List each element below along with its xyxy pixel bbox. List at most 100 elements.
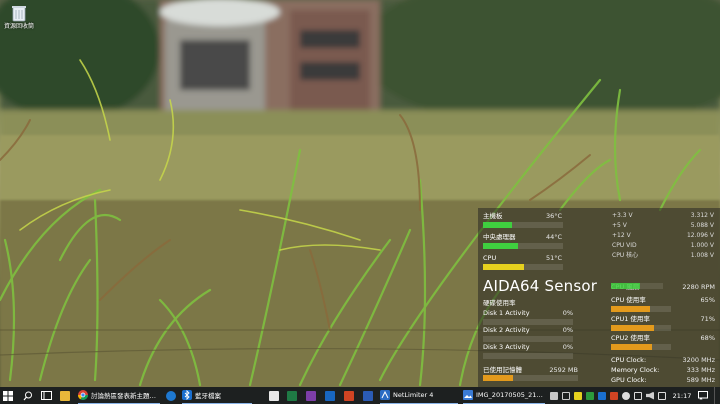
taskbar: 討論熱區發表新主題… 藍牙檔案 NetLimiter 4 IMG_2017050… bbox=[0, 387, 720, 404]
cpu-usage-value: 65% bbox=[700, 296, 715, 304]
cpu-clock-label: CPU Clock: bbox=[611, 356, 647, 364]
windows-logo-icon bbox=[3, 390, 13, 401]
volt-label-3v3: +3.3 V bbox=[612, 212, 633, 219]
excel-icon bbox=[287, 390, 297, 401]
tray-antivirus-icon[interactable] bbox=[610, 391, 618, 400]
volt-value-cpu-vid: 1.000 V bbox=[690, 242, 714, 249]
pinned-edge[interactable] bbox=[166, 387, 176, 404]
edge-icon bbox=[166, 390, 176, 401]
pinned-onenote[interactable] bbox=[306, 387, 316, 404]
search-button[interactable] bbox=[23, 387, 33, 404]
recycle-bin-icon bbox=[11, 4, 27, 22]
volt-value-3v3: 3.312 V bbox=[690, 212, 714, 219]
cpu2-usage-label: CPU2 使用率 bbox=[611, 334, 650, 342]
task-view-icon bbox=[41, 391, 52, 400]
disk2-activity-bar bbox=[483, 336, 573, 342]
tray-show-hidden-icon[interactable] bbox=[562, 391, 570, 400]
cpu-fan-value: 2280 RPM bbox=[682, 283, 715, 291]
tray-security-icon[interactable] bbox=[586, 391, 594, 400]
powerpoint-icon bbox=[344, 390, 354, 401]
temp-bar-cpu bbox=[483, 264, 563, 270]
cpu2-usage-value: 68% bbox=[700, 334, 715, 342]
tray-app-icon[interactable] bbox=[550, 391, 558, 400]
recycle-bin-label: 資源回收筒 bbox=[3, 23, 34, 30]
temp-bar-motherboard bbox=[483, 222, 563, 228]
volt-label-cpu-vid: CPU VID bbox=[612, 242, 637, 249]
tray-input-method-icon[interactable] bbox=[658, 391, 666, 400]
volt-value-5v: 5.088 V bbox=[690, 222, 714, 229]
memory-used-value: 2592 MB bbox=[549, 366, 578, 374]
cpu-usage-bar bbox=[611, 306, 671, 312]
tray-cloud-icon[interactable] bbox=[622, 391, 630, 400]
pinned-app-1[interactable] bbox=[269, 387, 279, 404]
cpu1-usage-bar bbox=[611, 325, 671, 331]
aida64-sensor-panel: 主機板 36°C 中央處理器 44°C CPU 51°C +3.3 V 3.31… bbox=[478, 208, 720, 387]
volt-label-12v: +12 V bbox=[612, 232, 631, 239]
volt-value-12v: 12.096 V bbox=[686, 232, 714, 239]
taskbar-app-netlimiter[interactable]: NetLimiter 4 bbox=[380, 387, 458, 404]
temp-label-motherboard: 主機板 bbox=[483, 212, 503, 220]
temp-bar-cpu-package bbox=[483, 243, 563, 249]
volt-label-cpu-core: CPU 核心 bbox=[612, 252, 639, 259]
memory-clock-label: Memory Clock: bbox=[611, 366, 660, 374]
disk1-activity-value: 0% bbox=[562, 309, 573, 317]
disk3-activity-bar bbox=[483, 353, 573, 359]
search-icon bbox=[23, 391, 32, 400]
volt-label-5v: +5 V bbox=[612, 222, 627, 229]
taskbar-app-label: NetLimiter 4 bbox=[393, 391, 434, 399]
temp-value-motherboard: 36°C bbox=[545, 212, 562, 220]
taskbar-app-label: IMG_20170505_21… bbox=[476, 391, 543, 399]
memory-used-label: 已使用記憶體 bbox=[483, 366, 522, 374]
cpu-clock-value: 3200 MHz bbox=[682, 356, 715, 364]
recycle-bin-shortcut[interactable]: 資源回收筒 bbox=[2, 4, 36, 30]
disk1-activity-label: Disk 1 Activity bbox=[483, 309, 530, 317]
tray-volume-icon[interactable] bbox=[646, 391, 654, 400]
volt-value-cpu-core: 1.008 V bbox=[690, 252, 714, 259]
taskbar-app-label: 藍牙檔案 bbox=[195, 392, 221, 400]
cpu2-usage-bar bbox=[611, 344, 671, 350]
taskbar-app-bluetooth[interactable]: 藍牙檔案 bbox=[182, 387, 252, 404]
taskbar-app-label: 討論熱區發表新主題… bbox=[91, 392, 156, 400]
disk2-activity-label: Disk 2 Activity bbox=[483, 326, 530, 334]
cpu-usage-label: CPU 使用率 bbox=[611, 296, 646, 304]
temp-label-cpu: CPU bbox=[483, 254, 497, 262]
pinned-word[interactable] bbox=[363, 387, 373, 404]
outlook-icon bbox=[325, 390, 335, 401]
store-icon bbox=[269, 390, 279, 401]
pinned-outlook[interactable] bbox=[325, 387, 335, 404]
tray-network-icon[interactable] bbox=[634, 391, 642, 400]
gpu-clock-label: GPU Clock: bbox=[611, 376, 647, 384]
bluetooth-icon bbox=[182, 390, 192, 400]
pinned-file-explorer[interactable] bbox=[60, 387, 70, 404]
word-icon bbox=[363, 390, 373, 401]
system-tray bbox=[550, 387, 666, 404]
action-center-button[interactable] bbox=[698, 387, 708, 404]
show-desktop-button[interactable] bbox=[714, 387, 720, 404]
notification-icon bbox=[698, 391, 708, 400]
folder-icon bbox=[60, 390, 70, 401]
tray-bluetooth-icon[interactable] bbox=[598, 391, 606, 400]
disk2-activity-value: 0% bbox=[562, 326, 573, 334]
taskbar-app-photos[interactable]: IMG_20170505_21… bbox=[463, 387, 545, 404]
memory-used-bar bbox=[483, 375, 578, 381]
disk3-activity-label: Disk 3 Activity bbox=[483, 343, 530, 351]
onenote-icon bbox=[306, 390, 316, 401]
cpu1-usage-value: 71% bbox=[700, 315, 715, 323]
gpu-clock-value: 589 MHz bbox=[686, 376, 715, 384]
taskbar-app-chrome[interactable]: 討論熱區發表新主題… bbox=[78, 387, 160, 404]
chrome-icon bbox=[78, 390, 88, 400]
pinned-excel[interactable] bbox=[287, 387, 297, 404]
start-button[interactable] bbox=[3, 387, 13, 404]
tray-network-monitor-icon[interactable] bbox=[574, 391, 582, 400]
aida64-title: AIDA64 Sensor bbox=[483, 277, 598, 295]
cpu1-usage-label: CPU1 使用率 bbox=[611, 315, 650, 323]
pinned-powerpoint[interactable] bbox=[344, 387, 354, 404]
task-view-button[interactable] bbox=[41, 387, 52, 404]
memory-clock-value: 333 MHz bbox=[686, 366, 715, 374]
temp-label-cpu-package: 中央處理器 bbox=[483, 233, 516, 241]
cpu-fan-bar bbox=[611, 283, 663, 289]
disk3-activity-value: 0% bbox=[562, 343, 573, 351]
taskbar-clock[interactable]: 21:17 bbox=[670, 387, 694, 404]
disk1-activity-bar bbox=[483, 319, 573, 325]
photos-icon bbox=[463, 390, 473, 400]
